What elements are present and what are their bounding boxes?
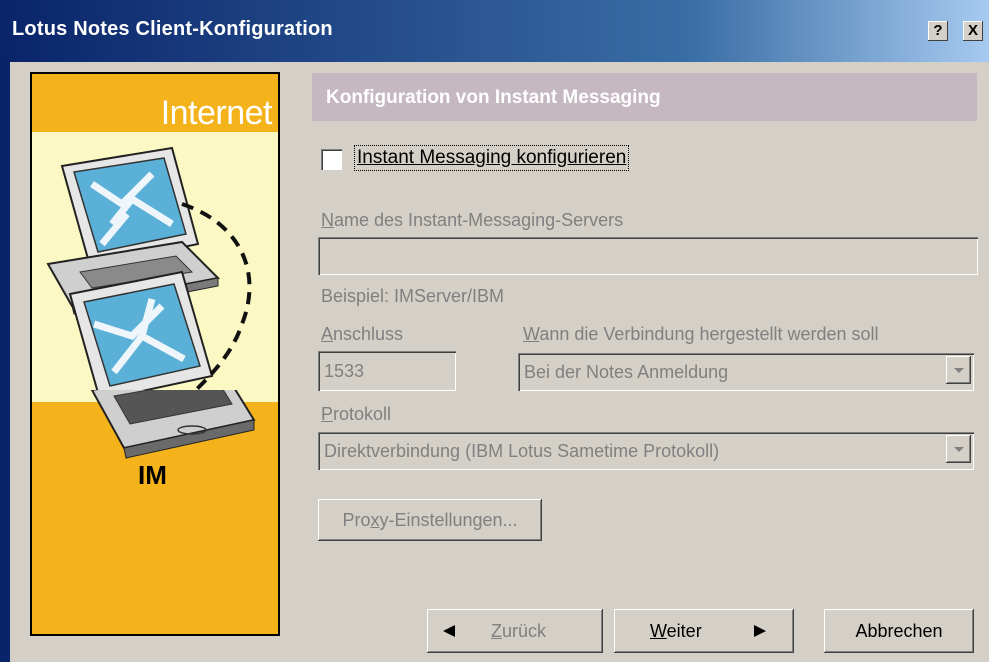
connect-when-accel: W — [523, 324, 540, 344]
chevron-down-icon — [954, 368, 964, 373]
chevron-down-icon — [954, 447, 964, 452]
next-button[interactable]: Weiter — [614, 609, 794, 653]
laptops-icon — [46, 146, 252, 402]
server-name-label-text: ame des Instant-Messaging-Servers — [334, 210, 624, 230]
connect-when-dropdown-button[interactable] — [946, 356, 971, 384]
back-accel: Z — [491, 621, 502, 641]
connect-when-select[interactable]: Bei der Notes Anmeldung — [518, 353, 974, 391]
port-label-text: nschluss — [333, 324, 404, 344]
port-label: Anschluss — [321, 324, 403, 345]
arrow-right-icon — [754, 625, 766, 637]
protocol-dropdown-button[interactable] — [946, 435, 971, 463]
next-accel: W — [650, 621, 667, 641]
proxy-label-post: y-Einstellungen... — [379, 510, 518, 530]
protocol-value: Direktverbindung (IBM Lotus Sametime Pro… — [324, 441, 720, 461]
close-button[interactable]: X — [963, 21, 983, 41]
connect-when-label-text: ann die Verbindung hergestellt werden so… — [539, 324, 879, 344]
title-bar[interactable]: Lotus Notes Client-Konfiguration ? X — [0, 0, 989, 62]
server-name-input[interactable] — [318, 237, 978, 275]
help-button[interactable]: ? — [928, 21, 948, 41]
protocol-label-text: rotokoll — [333, 404, 392, 424]
section-header: Konfiguration von Instant Messaging — [312, 73, 977, 121]
proxy-label-pre: Pro — [342, 510, 371, 530]
configure-im-checkbox[interactable] — [321, 149, 342, 170]
server-example-text: Beispiel: IMServer/IBM — [321, 286, 505, 306]
window-title: Lotus Notes Client-Konfiguration — [12, 18, 333, 40]
back-label: Zurück — [491, 609, 546, 653]
configure-im-label-text: Instant Messaging konfigurieren — [357, 147, 627, 168]
back-label-text: urück — [502, 621, 547, 641]
connect-when-value: Bei der Notes Anmeldung — [524, 362, 729, 382]
cancel-button[interactable]: Abbrechen — [824, 609, 974, 653]
back-button[interactable]: Zurück — [427, 609, 603, 653]
next-label: Weiter — [650, 609, 702, 653]
server-name-accel: N — [321, 210, 334, 230]
proxy-settings-button[interactable]: Proxy-Einstellungen... — [318, 499, 542, 541]
protocol-accel: P — [321, 404, 334, 424]
wizard-illustration: Internet IM — [30, 72, 280, 636]
port-input[interactable]: 1533 — [318, 351, 456, 391]
configure-im-label[interactable]: Instant Messaging konfigurieren — [354, 145, 630, 171]
server-name-label: Name des Instant-Messaging-Servers — [321, 210, 623, 231]
window-left-border — [0, 62, 10, 662]
connect-when-label: Wann die Verbindung hergestellt werden s… — [523, 324, 879, 345]
protocol-select[interactable]: Direktverbindung (IBM Lotus Sametime Pro… — [318, 432, 974, 470]
arrow-left-icon — [443, 625, 455, 637]
port-accel: A — [321, 324, 334, 344]
protocol-label: Protokoll — [321, 404, 391, 425]
next-label-text: eiter — [666, 621, 702, 641]
illustration-im-label: IM — [138, 460, 167, 490]
